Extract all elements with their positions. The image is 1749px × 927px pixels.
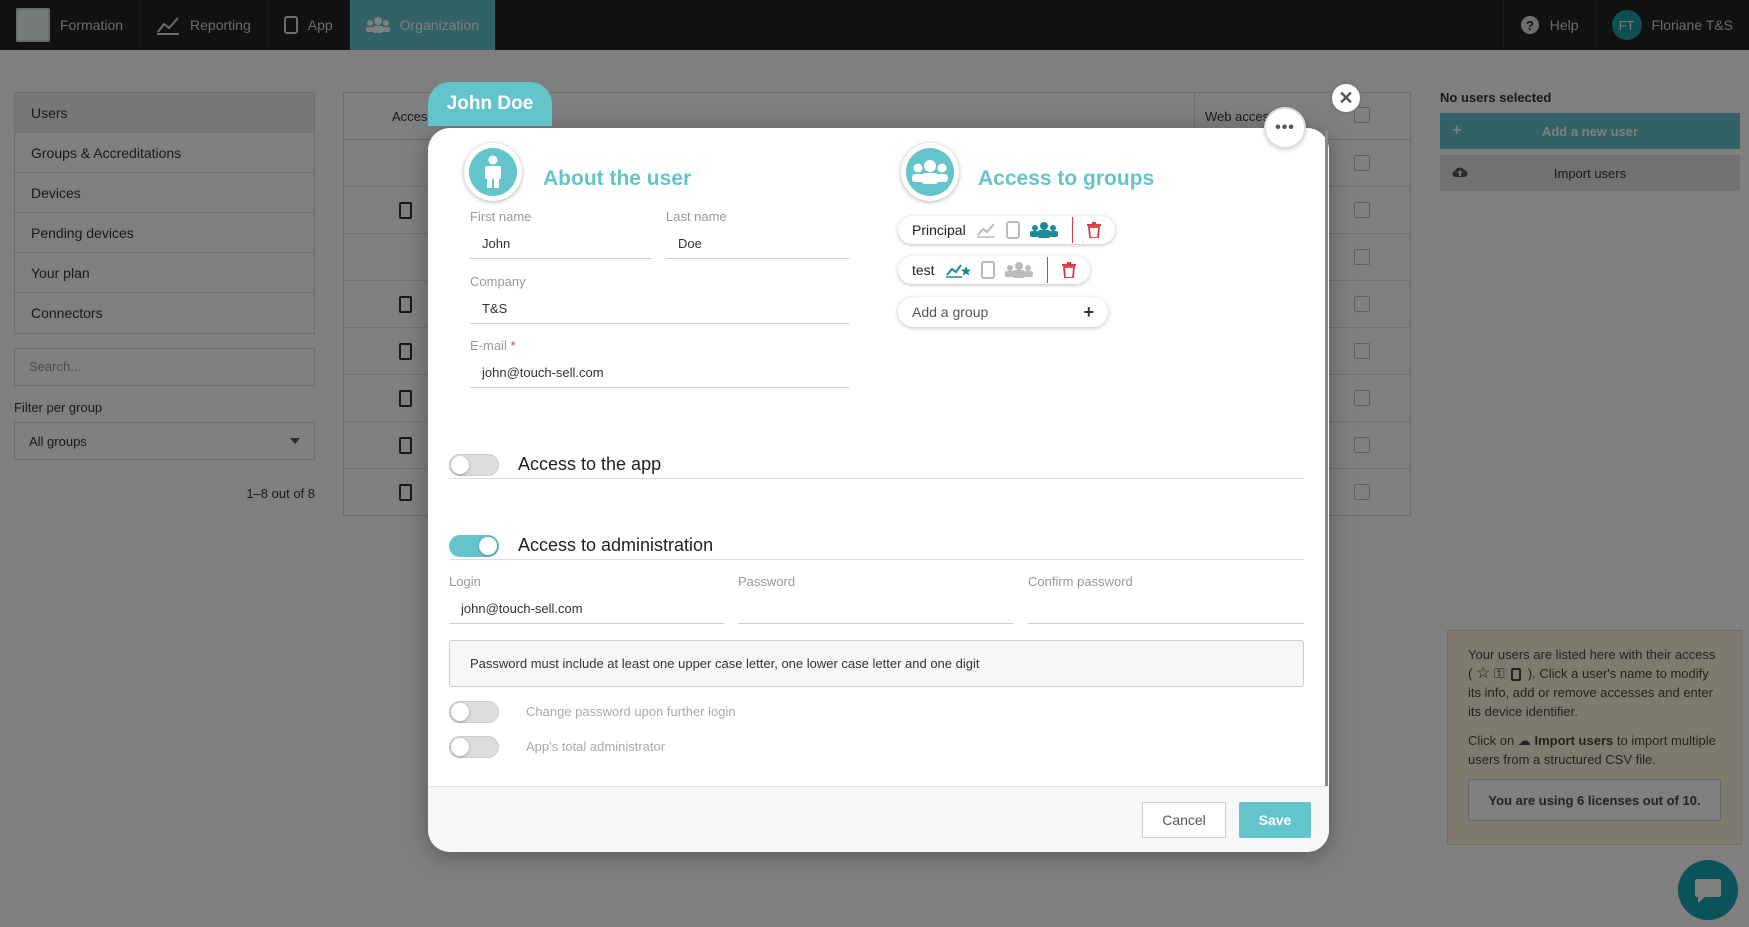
total-admin-toggle[interactable] xyxy=(449,736,499,758)
app-access-icon[interactable] xyxy=(1005,221,1020,239)
password-requirements-note: Password must include at least one upper… xyxy=(449,640,1304,687)
trash-icon[interactable] xyxy=(1061,262,1076,278)
divider xyxy=(449,559,1304,560)
save-button[interactable]: Save xyxy=(1239,802,1311,838)
last-name-label: Last name xyxy=(666,209,727,224)
reporting-access-icon[interactable] xyxy=(945,262,971,278)
cancel-button[interactable]: Cancel xyxy=(1142,802,1226,838)
modal-user-name: John Doe xyxy=(428,82,552,126)
more-options-button[interactable]: ••• xyxy=(1264,107,1306,149)
user-icon xyxy=(464,143,522,201)
group-name: Principal xyxy=(912,222,966,238)
admin-access-icon[interactable] xyxy=(1004,261,1033,279)
total-admin-label: App's total administrator xyxy=(526,739,666,754)
first-name-field[interactable] xyxy=(470,229,652,259)
add-group-button[interactable]: Add a group + xyxy=(898,297,1108,327)
app-access-icon[interactable] xyxy=(980,261,995,279)
admin-access-icon[interactable] xyxy=(1029,221,1058,239)
pill-divider xyxy=(1046,257,1048,283)
trash-icon[interactable] xyxy=(1086,222,1101,238)
login-label: Login xyxy=(449,574,481,589)
access-groups-title: Access to groups xyxy=(978,167,1155,190)
group-pill-principal[interactable]: Principal xyxy=(898,216,1115,244)
email-label: E-mail * xyxy=(470,338,516,353)
scrollbar[interactable] xyxy=(1325,130,1328,786)
admin-access-label: Access to administration xyxy=(518,535,714,555)
last-name-field[interactable] xyxy=(666,229,849,259)
app-access-toggle[interactable] xyxy=(449,454,499,476)
about-user-title: About the user xyxy=(543,167,692,190)
plus-icon: + xyxy=(1083,301,1094,322)
login-field[interactable] xyxy=(449,594,724,624)
email-field[interactable] xyxy=(470,358,849,388)
group-pill-test[interactable]: test xyxy=(898,256,1090,284)
app-access-label: Access to the app xyxy=(518,454,662,474)
pill-divider xyxy=(1071,217,1073,243)
divider xyxy=(449,478,1304,479)
add-group-label: Add a group xyxy=(912,304,989,320)
change-password-toggle[interactable] xyxy=(449,701,499,723)
confirm-password-field[interactable] xyxy=(1028,594,1304,624)
required-marker: * xyxy=(510,338,516,353)
password-label: Password xyxy=(738,574,796,589)
admin-access-toggle[interactable] xyxy=(449,535,499,557)
group-name: test xyxy=(912,262,935,278)
password-field[interactable] xyxy=(738,594,1013,624)
groups-icon xyxy=(901,143,959,201)
first-name-label: First name xyxy=(470,209,532,224)
close-icon[interactable]: ✕ xyxy=(1330,82,1362,114)
company-field[interactable] xyxy=(470,294,849,324)
change-password-label: Change password upon further login xyxy=(526,704,736,719)
company-label: Company xyxy=(470,274,526,289)
confirm-password-label: Confirm password xyxy=(1028,574,1133,589)
reporting-access-icon[interactable] xyxy=(976,222,996,238)
